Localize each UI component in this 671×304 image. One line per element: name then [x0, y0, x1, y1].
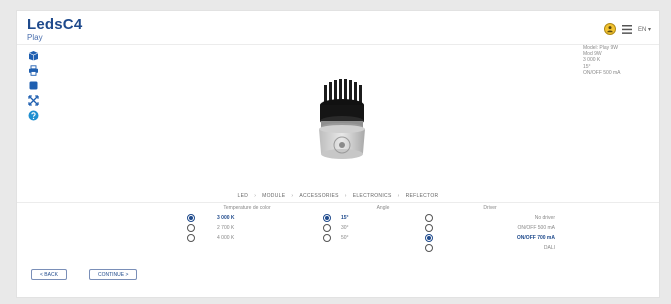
breadcrumb-step-electronics[interactable]: ELECTRONICS	[353, 193, 392, 199]
header-actions: EN ▾	[603, 23, 651, 35]
breadcrumb-step-accessories[interactable]: ACCESSORIES	[299, 193, 338, 199]
spec-line: ON/OFF 500 mA	[583, 69, 621, 76]
breadcrumb-step-reflector[interactable]: REFLECTOR	[406, 193, 439, 199]
brand: LedsC4 Play	[27, 16, 83, 43]
user-icon[interactable]	[603, 23, 616, 35]
header-divider	[17, 44, 659, 45]
temperature-option[interactable]: 3 000 K	[187, 213, 307, 223]
cube-icon[interactable]	[27, 79, 39, 91]
back-button[interactable]: < BACK	[31, 269, 67, 280]
temperature-label: 3 000 K	[217, 215, 235, 221]
breadcrumb-step-module[interactable]: MODULE	[262, 193, 285, 199]
temperature-option[interactable]: 4 000 K	[187, 233, 307, 243]
driver-title: Driver	[483, 205, 497, 211]
driver-label: No driver	[534, 215, 555, 221]
angle-label: 30°	[341, 225, 349, 231]
angle-label: 15°	[341, 215, 349, 221]
driver-label: DALI	[543, 245, 555, 251]
box-icon[interactable]	[27, 49, 39, 61]
temperature-options: Temperature de color 3 000 K 2 700 K 4 0…	[187, 205, 307, 243]
temperature-radio[interactable]	[187, 214, 195, 222]
side-toolbar	[27, 49, 39, 121]
driver-option[interactable]: ON/OFF 700 mA	[425, 233, 555, 243]
hamburger-menu-icon[interactable]	[621, 24, 632, 34]
driver-radio[interactable]	[425, 244, 433, 252]
driver-label: ON/OFF 500 mA	[517, 225, 555, 231]
brand-logo: LedsC4	[27, 16, 83, 33]
angle-radio[interactable]	[323, 234, 331, 242]
driver-label: ON/OFF 700 mA	[516, 235, 555, 241]
configurator-panel: LedsC4 Play EN ▾ Model: Play 9W Mod 9W 3…	[16, 10, 660, 298]
driver-radio[interactable]	[425, 234, 433, 242]
product-image	[297, 69, 387, 199]
angle-radio[interactable]	[323, 224, 331, 232]
expand-icon[interactable]	[27, 94, 39, 106]
angle-label: 50°	[341, 235, 349, 241]
driver-option[interactable]: ON/OFF 500 mA	[425, 223, 555, 233]
temperature-option[interactable]: 2 700 K	[187, 223, 307, 233]
temperature-label: 4 000 K	[217, 235, 235, 241]
angle-radio[interactable]	[323, 214, 331, 222]
language-selector[interactable]: EN ▾	[638, 26, 651, 33]
breadcrumb-step-led[interactable]: LED	[238, 193, 249, 199]
driver-options: Driver No driver ON/OFF 500 mA ON/OFF 70…	[425, 205, 555, 253]
driver-radio[interactable]	[425, 224, 433, 232]
product-name: Play	[27, 33, 43, 42]
continue-button[interactable]: CONTINUE >	[89, 269, 138, 280]
temperature-radio[interactable]	[187, 234, 195, 242]
temperature-label: 2 700 K	[217, 225, 235, 231]
temperature-title: Temperature de color	[223, 205, 271, 211]
driver-option[interactable]: No driver	[425, 213, 555, 223]
product-specs: Model: Play 9W Mod 9W 3 000 K 15° ON/OFF…	[583, 45, 621, 76]
help-icon[interactable]	[27, 109, 39, 121]
temperature-radio[interactable]	[187, 224, 195, 232]
driver-radio[interactable]	[425, 214, 433, 222]
driver-option[interactable]: DALI	[425, 243, 555, 253]
print-icon[interactable]	[27, 64, 39, 76]
options-divider	[17, 202, 659, 203]
breadcrumb: LED › MODULE › ACCESSORIES › ELECTRONICS…	[237, 193, 439, 199]
